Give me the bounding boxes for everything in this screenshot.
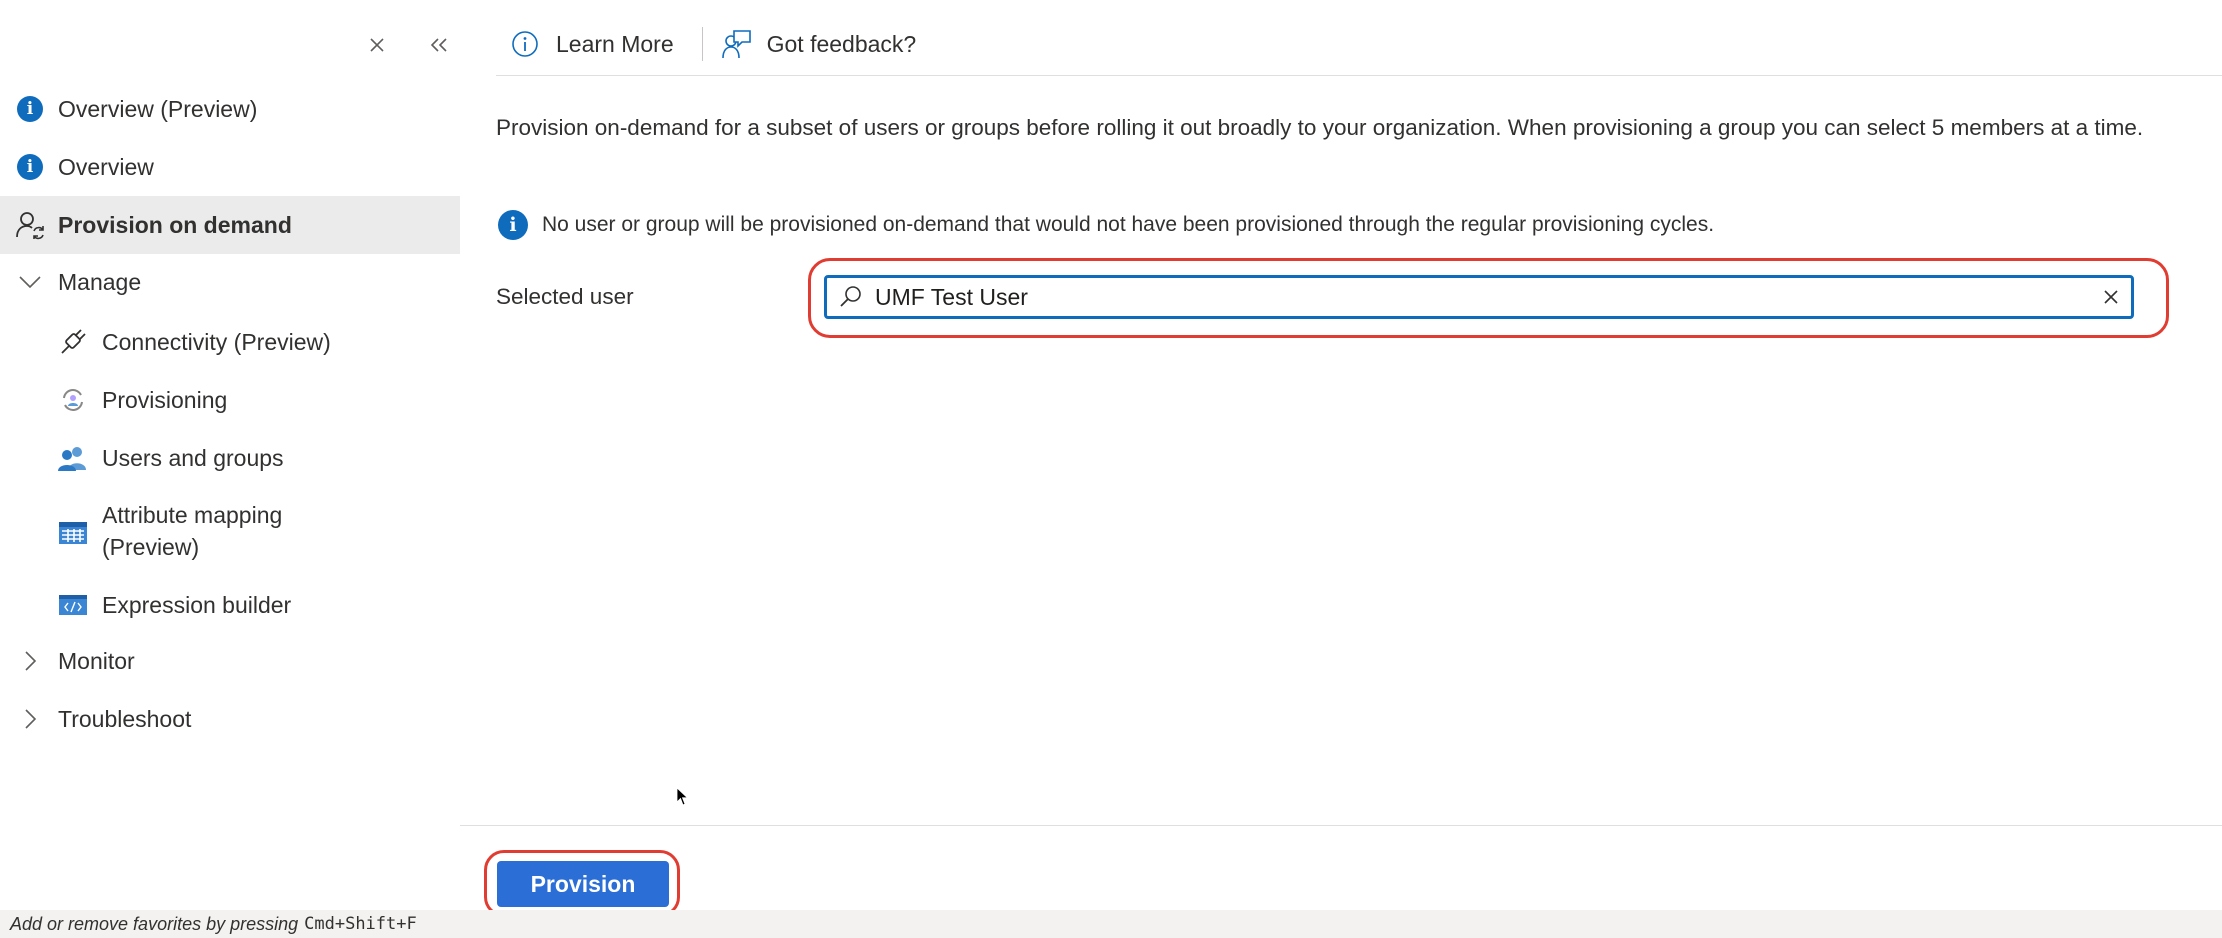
info-outline-icon [508, 27, 542, 61]
sidebar-item-label: Troubleshoot [58, 705, 192, 732]
feedback-button[interactable]: Got feedback? [719, 27, 929, 61]
users-icon [57, 442, 89, 474]
status-bar: Add or remove favorites by pressing Cmd+… [0, 910, 2222, 938]
provision-button[interactable]: Provision [497, 861, 669, 907]
learn-more-label: Learn More [556, 30, 674, 57]
sidebar-item-users-and-groups[interactable]: Users and groups [0, 429, 460, 487]
sidebar-item-label: Provision on demand [58, 211, 292, 238]
menu-controls [0, 28, 460, 62]
sidebar-item-overview-preview[interactable]: i Overview (Preview) [0, 80, 460, 138]
sidebar-item-overview[interactable]: i Overview [0, 138, 460, 196]
sidebar-item-label: Connectivity (Preview) [102, 328, 331, 355]
resource-menu: i Overview (Preview) i Overview Provisio… [0, 0, 460, 900]
code-icon [57, 589, 89, 621]
sidebar-item-label: Expression builder [102, 591, 292, 618]
info-note: i No user or group will be provisioned o… [496, 208, 1714, 242]
chevron-down-icon [14, 266, 46, 298]
info-note-text: No user or group will be provisioned on-… [542, 213, 1715, 236]
sidebar-item-label: Overview (Preview) [58, 95, 258, 122]
sidebar-item-expression-builder[interactable]: Expression builder [0, 576, 460, 634]
sidebar-item-label: Users and groups [102, 444, 284, 471]
sidebar-item-label: Monitor [58, 647, 135, 674]
sidebar-group-monitor[interactable]: Monitor [0, 632, 460, 690]
toolbar-separator [701, 27, 703, 61]
sidebar-item-label: Provisioning [102, 386, 228, 413]
command-bar: Learn More Got feedback? [496, 18, 928, 70]
sidebar-item-label-preview: (Preview) [102, 534, 200, 560]
clear-icon[interactable] [2091, 278, 2131, 316]
command-bar-divider [496, 75, 2222, 76]
learn-more-button[interactable]: Learn More [496, 27, 686, 61]
favorites-shortcut: Cmd+Shift+F [304, 914, 417, 934]
sidebar-item-provision-on-demand[interactable]: Provision on demand [0, 196, 460, 254]
provisioning-icon [57, 384, 89, 416]
sidebar-item-attribute-mapping[interactable]: Attribute mapping (Preview) [0, 500, 460, 564]
mouse-cursor-icon [676, 787, 690, 812]
footer-divider [460, 825, 2222, 826]
sidebar-item-label: Attribute mapping [102, 502, 283, 528]
main-content: Learn More Got feedback? Provision on-de… [460, 0, 2222, 938]
sidebar-item-label: Manage [58, 268, 142, 295]
sidebar-item-label: Overview [58, 153, 154, 180]
info-icon: i [496, 208, 530, 242]
sidebar-group-troubleshoot[interactable]: Troubleshoot [0, 690, 460, 748]
selected-user-label: Selected user [496, 284, 634, 309]
search-icon [831, 278, 871, 316]
selected-user-input[interactable] [871, 283, 2091, 311]
info-icon: i [14, 151, 46, 183]
feedback-icon [719, 27, 753, 61]
chevron-right-icon [14, 645, 46, 677]
favorites-hint: Add or remove favorites by pressing [10, 913, 299, 934]
user-search-box [824, 275, 2134, 319]
feedback-label: Got feedback? [766, 30, 917, 57]
sidebar-group-manage[interactable]: Manage [0, 253, 460, 311]
collapse-menu-icon[interactable] [422, 28, 456, 62]
sidebar-item-connectivity[interactable]: Connectivity (Preview) [0, 313, 460, 371]
plug-icon [57, 326, 89, 358]
chevron-right-icon [14, 703, 46, 735]
table-icon [57, 517, 89, 549]
user-sync-icon [14, 209, 46, 241]
sidebar-item-provisioning[interactable]: Provisioning [0, 371, 460, 429]
page-description: Provision on-demand for a subset of user… [496, 115, 2144, 140]
close-icon[interactable] [360, 28, 394, 62]
info-icon: i [14, 93, 46, 125]
